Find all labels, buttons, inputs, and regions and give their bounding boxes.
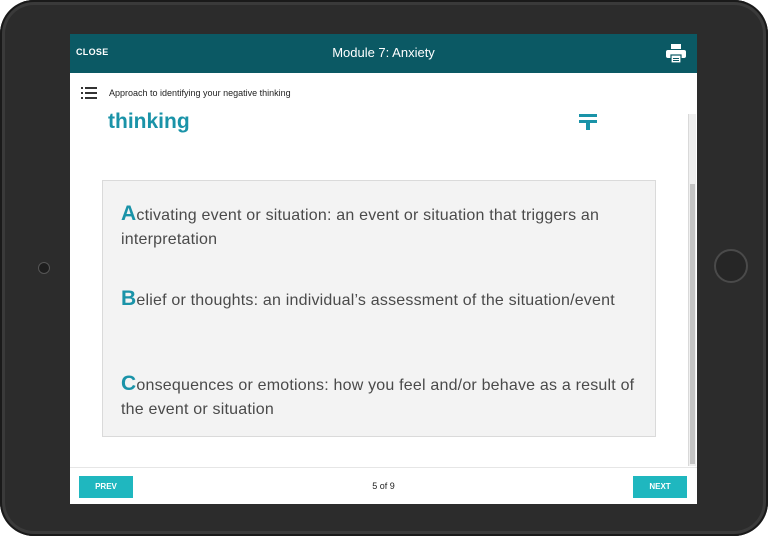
list-menu-icon[interactable]: [81, 86, 97, 100]
filter-icon[interactable]: [579, 114, 597, 130]
scrollbar-thumb[interactable]: [690, 184, 695, 464]
item-letter: B: [121, 287, 137, 310]
module-title: Module 7: Anxiety: [332, 45, 435, 60]
next-button[interactable]: NEXT: [633, 476, 687, 498]
section-title: thinking: [108, 110, 190, 133]
breadcrumb: Approach to identifying your negative th…: [109, 88, 291, 98]
footer-divider: [70, 467, 697, 468]
page-indicator: 5 of 9: [372, 481, 395, 491]
abc-model-box: Activating event or situation: an event …: [102, 180, 656, 437]
abc-item-activating: Activating event or situation: an event …: [121, 202, 649, 252]
item-letter: C: [121, 372, 137, 395]
screen: CLOSE Module 7: Anxiety Approach to iden…: [70, 34, 697, 504]
header-bar: CLOSE Module 7: Anxiety: [70, 34, 697, 73]
scrollbar[interactable]: [688, 114, 696, 466]
tablet-frame: CLOSE Module 7: Anxiety Approach to iden…: [0, 0, 768, 536]
item-text: elief or thoughts: an individual’s asses…: [136, 292, 615, 309]
item-text: ctivating event or situation: an event o…: [121, 207, 600, 248]
item-letter: A: [121, 202, 137, 225]
item-text: onsequences or emotions: how you feel an…: [121, 377, 635, 418]
abc-item-consequences: Consequences or emotions: how you feel a…: [121, 372, 649, 422]
printer-icon[interactable]: [666, 44, 686, 63]
camera: [38, 262, 50, 274]
abc-item-belief: Belief or thoughts: an individual’s asse…: [121, 287, 649, 313]
home-button[interactable]: [714, 249, 748, 283]
